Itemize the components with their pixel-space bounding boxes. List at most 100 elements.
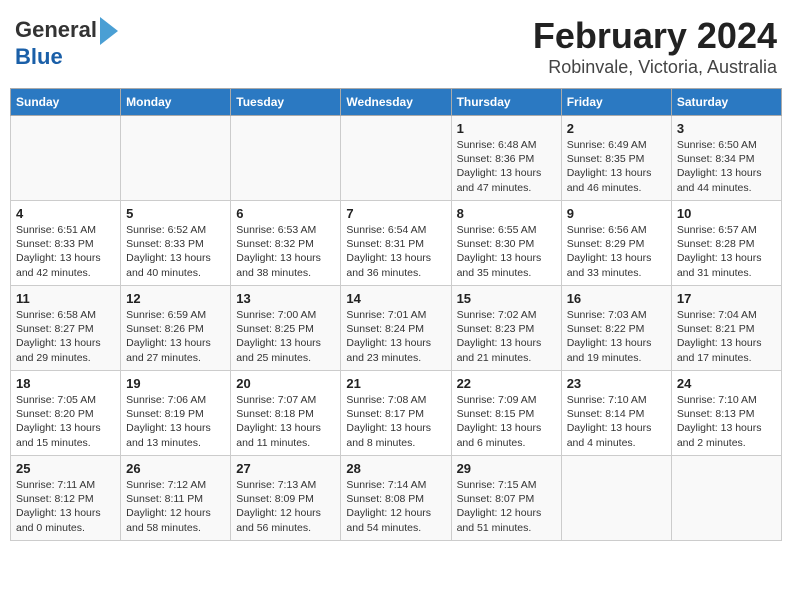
calendar-cell: 14 Sunrise: 7:01 AM Sunset: 8:24 PM Dayli… bbox=[341, 286, 451, 371]
calendar-cell bbox=[341, 116, 451, 201]
page-header: General Blue February 2024 Robinvale, Vi… bbox=[10, 10, 782, 78]
day-number: 1 bbox=[457, 121, 556, 136]
day-number: 24 bbox=[677, 376, 776, 391]
calendar-cell bbox=[671, 456, 781, 541]
calendar-cell: 18 Sunrise: 7:05 AM Sunset: 8:20 PM Dayli… bbox=[11, 371, 121, 456]
week-row-5: 25 Sunrise: 7:11 AM Sunset: 8:12 PM Dayli… bbox=[11, 456, 782, 541]
calendar-cell: 16 Sunrise: 7:03 AM Sunset: 8:22 PM Dayli… bbox=[561, 286, 671, 371]
calendar-cell bbox=[11, 116, 121, 201]
calendar-cell: 5 Sunrise: 6:52 AM Sunset: 8:33 PM Daylig… bbox=[121, 201, 231, 286]
calendar-cell: 25 Sunrise: 7:11 AM Sunset: 8:12 PM Dayli… bbox=[11, 456, 121, 541]
day-info: Sunrise: 6:53 AM Sunset: 8:32 PM Dayligh… bbox=[236, 223, 335, 280]
day-info: Sunrise: 6:57 AM Sunset: 8:28 PM Dayligh… bbox=[677, 223, 776, 280]
calendar-cell: 9Sunrise: 6:56 AM Sunset: 8:29 PM Daylig… bbox=[561, 201, 671, 286]
calendar-cell: 26 Sunrise: 7:12 AM Sunset: 8:11 PM Dayli… bbox=[121, 456, 231, 541]
calendar-cell: 1 Sunrise: 6:48 AM Sunset: 8:36 PM Daylig… bbox=[451, 116, 561, 201]
day-number: 18 bbox=[16, 376, 115, 391]
day-info: Sunrise: 6:55 AM Sunset: 8:30 PM Dayligh… bbox=[457, 223, 556, 280]
day-number: 14 bbox=[346, 291, 445, 306]
day-number: 8 bbox=[457, 206, 556, 221]
day-info: Sunrise: 7:11 AM Sunset: 8:12 PM Dayligh… bbox=[16, 478, 115, 535]
day-number: 6 bbox=[236, 206, 335, 221]
calendar-cell: 20Sunrise: 7:07 AM Sunset: 8:18 PM Dayli… bbox=[231, 371, 341, 456]
calendar-cell: 29 Sunrise: 7:15 AM Sunset: 8:07 PM Dayli… bbox=[451, 456, 561, 541]
day-info: Sunrise: 7:12 AM Sunset: 8:11 PM Dayligh… bbox=[126, 478, 225, 535]
day-info: Sunrise: 7:15 AM Sunset: 8:07 PM Dayligh… bbox=[457, 478, 556, 535]
logo-blue: Blue bbox=[15, 44, 63, 69]
calendar-cell: 24 Sunrise: 7:10 AM Sunset: 8:13 PM Dayli… bbox=[671, 371, 781, 456]
day-number: 26 bbox=[126, 461, 225, 476]
day-info: Sunrise: 7:03 AM Sunset: 8:22 PM Dayligh… bbox=[567, 308, 666, 365]
calendar-cell: 28 Sunrise: 7:14 AM Sunset: 8:08 PM Dayli… bbox=[341, 456, 451, 541]
calendar-cell: 21 Sunrise: 7:08 AM Sunset: 8:17 PM Dayli… bbox=[341, 371, 451, 456]
day-number: 2 bbox=[567, 121, 666, 136]
day-info: Sunrise: 7:13 AM Sunset: 8:09 PM Dayligh… bbox=[236, 478, 335, 535]
week-row-4: 18 Sunrise: 7:05 AM Sunset: 8:20 PM Dayli… bbox=[11, 371, 782, 456]
day-info: Sunrise: 6:49 AM Sunset: 8:35 PM Dayligh… bbox=[567, 138, 666, 195]
calendar-cell: 12 Sunrise: 6:59 AM Sunset: 8:26 PM Dayli… bbox=[121, 286, 231, 371]
calendar-cell: 4 Sunrise: 6:51 AM Sunset: 8:33 PM Daylig… bbox=[11, 201, 121, 286]
calendar-cell: 19Sunrise: 7:06 AM Sunset: 8:19 PM Dayli… bbox=[121, 371, 231, 456]
header-saturday: Saturday bbox=[671, 89, 781, 116]
calendar-cell: 10 Sunrise: 6:57 AM Sunset: 8:28 PM Dayli… bbox=[671, 201, 781, 286]
header-monday: Monday bbox=[121, 89, 231, 116]
day-info: Sunrise: 7:05 AM Sunset: 8:20 PM Dayligh… bbox=[16, 393, 115, 450]
day-number: 5 bbox=[126, 206, 225, 221]
logo-general: General bbox=[15, 18, 97, 42]
day-info: Sunrise: 6:58 AM Sunset: 8:27 PM Dayligh… bbox=[16, 308, 115, 365]
week-row-3: 11 Sunrise: 6:58 AM Sunset: 8:27 PM Dayli… bbox=[11, 286, 782, 371]
day-info: Sunrise: 6:50 AM Sunset: 8:34 PM Dayligh… bbox=[677, 138, 776, 195]
calendar-title: February 2024 bbox=[533, 15, 777, 57]
header-thursday: Thursday bbox=[451, 89, 561, 116]
day-info: Sunrise: 7:00 AM Sunset: 8:25 PM Dayligh… bbox=[236, 308, 335, 365]
calendar-cell bbox=[561, 456, 671, 541]
day-number: 11 bbox=[16, 291, 115, 306]
calendar-cell: 22 Sunrise: 7:09 AM Sunset: 8:15 PM Dayli… bbox=[451, 371, 561, 456]
day-info: Sunrise: 6:56 AM Sunset: 8:29 PM Dayligh… bbox=[567, 223, 666, 280]
week-row-2: 4 Sunrise: 6:51 AM Sunset: 8:33 PM Daylig… bbox=[11, 201, 782, 286]
calendar-cell: 8 Sunrise: 6:55 AM Sunset: 8:30 PM Daylig… bbox=[451, 201, 561, 286]
day-info: Sunrise: 7:09 AM Sunset: 8:15 PM Dayligh… bbox=[457, 393, 556, 450]
weekday-header-row: SundayMondayTuesdayWednesdayThursdayFrid… bbox=[11, 89, 782, 116]
day-info: Sunrise: 6:48 AM Sunset: 8:36 PM Dayligh… bbox=[457, 138, 556, 195]
calendar-subtitle: Robinvale, Victoria, Australia bbox=[533, 57, 777, 78]
day-number: 19 bbox=[126, 376, 225, 391]
calendar-cell: 3 Sunrise: 6:50 AM Sunset: 8:34 PM Daylig… bbox=[671, 116, 781, 201]
day-info: Sunrise: 7:01 AM Sunset: 8:24 PM Dayligh… bbox=[346, 308, 445, 365]
day-info: Sunrise: 6:54 AM Sunset: 8:31 PM Dayligh… bbox=[346, 223, 445, 280]
day-info: Sunrise: 7:10 AM Sunset: 8:13 PM Dayligh… bbox=[677, 393, 776, 450]
day-number: 12 bbox=[126, 291, 225, 306]
day-number: 17 bbox=[677, 291, 776, 306]
day-number: 3 bbox=[677, 121, 776, 136]
calendar-cell: 23Sunrise: 7:10 AM Sunset: 8:14 PM Dayli… bbox=[561, 371, 671, 456]
day-number: 21 bbox=[346, 376, 445, 391]
day-info: Sunrise: 6:51 AM Sunset: 8:33 PM Dayligh… bbox=[16, 223, 115, 280]
day-number: 28 bbox=[346, 461, 445, 476]
day-number: 16 bbox=[567, 291, 666, 306]
calendar-cell: 13Sunrise: 7:00 AM Sunset: 8:25 PM Dayli… bbox=[231, 286, 341, 371]
calendar-cell: 2 Sunrise: 6:49 AM Sunset: 8:35 PM Daylig… bbox=[561, 116, 671, 201]
day-number: 27 bbox=[236, 461, 335, 476]
day-number: 29 bbox=[457, 461, 556, 476]
calendar-cell: 11 Sunrise: 6:58 AM Sunset: 8:27 PM Dayli… bbox=[11, 286, 121, 371]
header-tuesday: Tuesday bbox=[231, 89, 341, 116]
logo: General Blue bbox=[15, 15, 118, 69]
day-number: 4 bbox=[16, 206, 115, 221]
week-row-1: 1 Sunrise: 6:48 AM Sunset: 8:36 PM Daylig… bbox=[11, 116, 782, 201]
calendar-cell bbox=[231, 116, 341, 201]
header-sunday: Sunday bbox=[11, 89, 121, 116]
calendar-cell: 17Sunrise: 7:04 AM Sunset: 8:21 PM Dayli… bbox=[671, 286, 781, 371]
day-info: Sunrise: 7:08 AM Sunset: 8:17 PM Dayligh… bbox=[346, 393, 445, 450]
calendar-cell: 27 Sunrise: 7:13 AM Sunset: 8:09 PM Dayli… bbox=[231, 456, 341, 541]
day-info: Sunrise: 6:59 AM Sunset: 8:26 PM Dayligh… bbox=[126, 308, 225, 365]
day-number: 10 bbox=[677, 206, 776, 221]
day-number: 7 bbox=[346, 206, 445, 221]
day-info: Sunrise: 6:52 AM Sunset: 8:33 PM Dayligh… bbox=[126, 223, 225, 280]
day-number: 22 bbox=[457, 376, 556, 391]
day-info: Sunrise: 7:02 AM Sunset: 8:23 PM Dayligh… bbox=[457, 308, 556, 365]
calendar-table: SundayMondayTuesdayWednesdayThursdayFrid… bbox=[10, 88, 782, 541]
day-info: Sunrise: 7:14 AM Sunset: 8:08 PM Dayligh… bbox=[346, 478, 445, 535]
day-number: 25 bbox=[16, 461, 115, 476]
header-friday: Friday bbox=[561, 89, 671, 116]
logo-arrow-icon bbox=[100, 17, 118, 45]
